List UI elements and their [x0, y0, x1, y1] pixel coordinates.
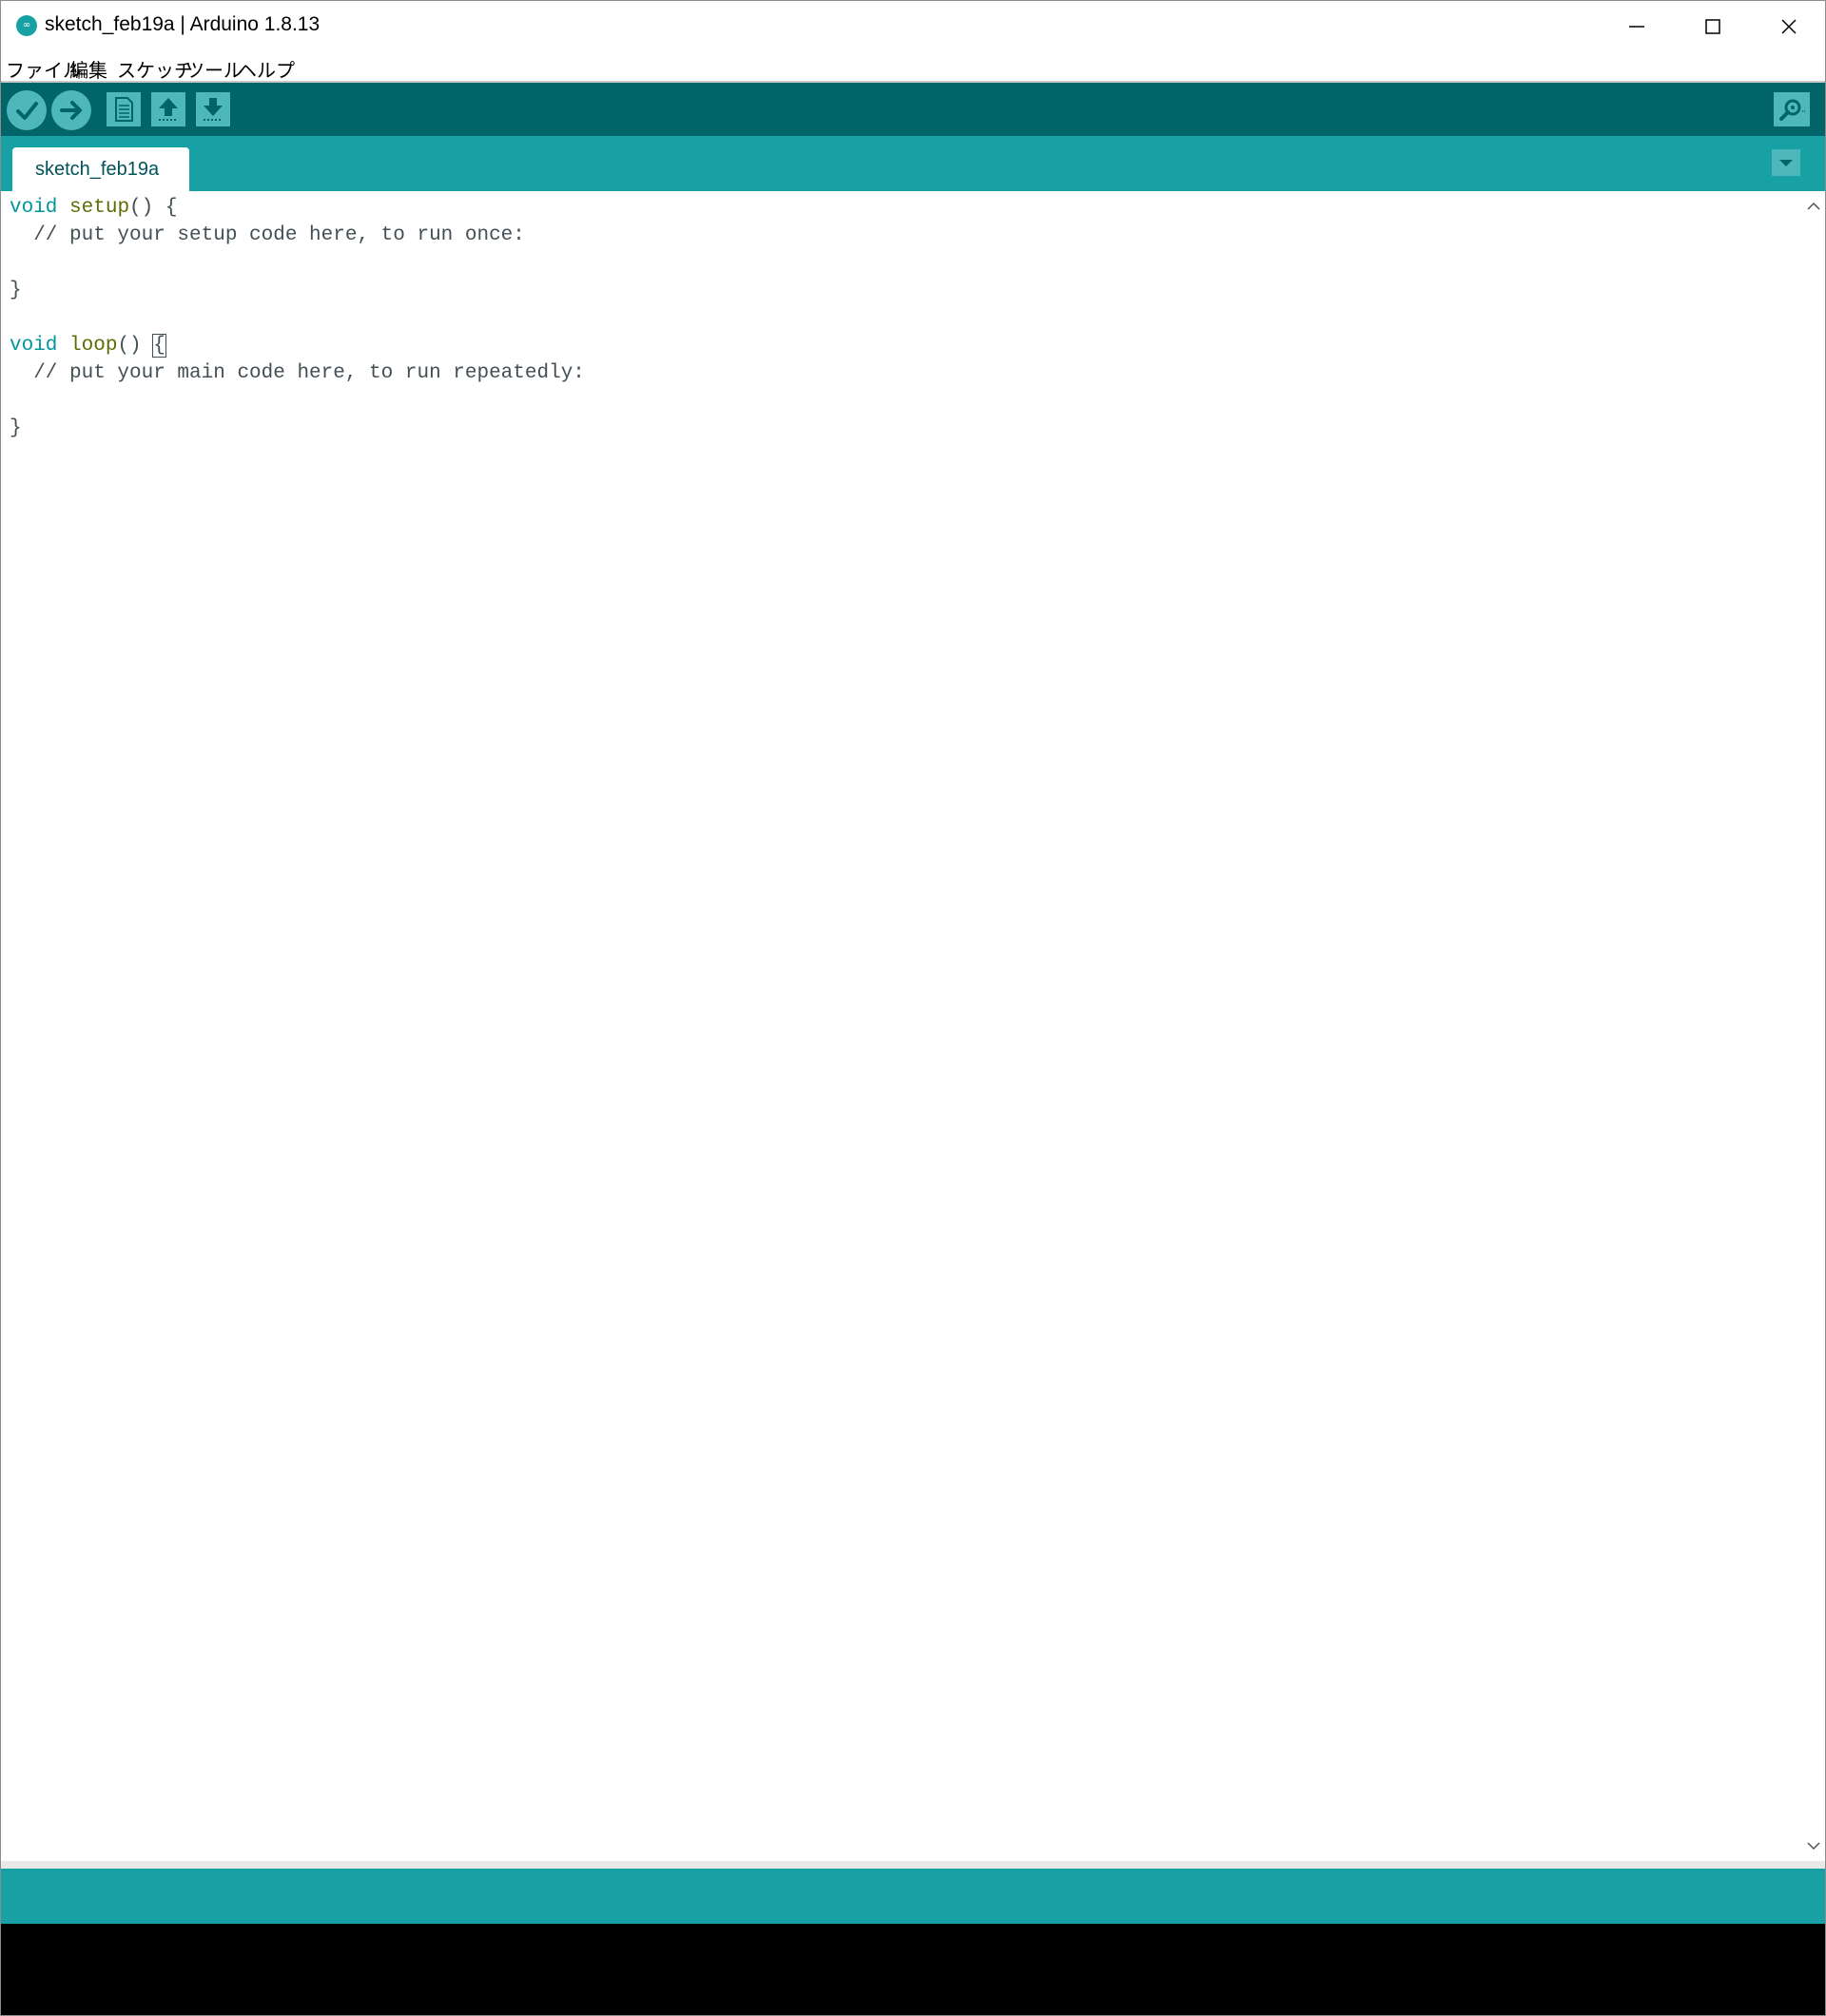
status-bar [1, 1869, 1825, 1924]
open-button[interactable] [151, 92, 185, 126]
function-name: loop [69, 335, 118, 357]
arduino-ide-window: ∞ sketch_feb19a | Arduino 1.8.13 ファイル 編集… [0, 0, 1826, 2016]
menu-help[interactable]: ヘルプ [238, 55, 295, 83]
vertical-scrollbar[interactable] [1800, 191, 1825, 1861]
function-name: setup [69, 197, 130, 219]
minimize-icon [1629, 26, 1644, 28]
arrow-down-icon [204, 98, 223, 121]
code-editor[interactable]: void setup() { // put your setup code he… [1, 191, 1800, 1861]
scroll-down-button[interactable] [1804, 1836, 1823, 1855]
check-icon [16, 102, 38, 120]
menu-tools[interactable]: ツール [185, 55, 243, 83]
toolbar [1, 83, 1825, 136]
editor-divider[interactable] [1, 1861, 1825, 1869]
tab-label: sketch_feb19a [35, 159, 160, 180]
arduino-logo-icon: ∞ [16, 15, 37, 36]
code-close-brace: } [10, 417, 22, 439]
chevron-up-icon [1807, 202, 1820, 210]
code-comment: // put your setup code here, to run once… [10, 224, 525, 246]
close-icon [1781, 19, 1797, 34]
verify-button[interactable] [7, 90, 47, 130]
window-title: sketch_feb19a | Arduino 1.8.13 [45, 13, 321, 35]
arrow-up-icon [159, 98, 178, 121]
menu-sketch[interactable]: スケッチ [117, 55, 193, 83]
save-button[interactable] [196, 92, 230, 126]
maximize-button[interactable] [1675, 1, 1751, 52]
upload-button[interactable] [51, 90, 91, 130]
console-output[interactable] [1, 1924, 1825, 2015]
keyword: void [10, 197, 58, 219]
tab-sketch[interactable]: sketch_feb19a [12, 147, 189, 191]
minimize-button[interactable] [1599, 1, 1675, 52]
code-line: void loop() { [10, 332, 166, 359]
code-line: void setup() { [10, 194, 177, 222]
code-text: () { [129, 197, 178, 219]
tab-menu-button[interactable] [1772, 149, 1800, 176]
code-comment: // put your main code here, to run repea… [10, 362, 585, 384]
keyword: void [10, 335, 58, 357]
scroll-up-button[interactable] [1804, 197, 1823, 216]
scroll-track[interactable] [1802, 220, 1825, 1832]
menu-bar: ファイル 編集 スケッチ ツール ヘルプ [1, 52, 1825, 83]
magnifier-icon [1779, 99, 1806, 121]
close-button[interactable] [1751, 1, 1825, 52]
menu-edit[interactable]: 編集 [69, 55, 107, 83]
new-file-icon [115, 97, 133, 122]
chevron-down-icon [1807, 1842, 1820, 1851]
tab-bar: sketch_feb19a [1, 136, 1825, 191]
triangle-down-icon [1779, 160, 1793, 166]
code-close-brace: } [10, 280, 22, 301]
matched-brace: { [152, 334, 166, 358]
serial-monitor-button[interactable] [1774, 92, 1810, 126]
title-bar[interactable]: ∞ sketch_feb19a | Arduino 1.8.13 [1, 1, 1825, 52]
maximize-icon [1705, 19, 1720, 34]
code-text: () [117, 335, 154, 357]
new-button[interactable] [107, 92, 141, 126]
arrow-right-icon [60, 101, 82, 120]
